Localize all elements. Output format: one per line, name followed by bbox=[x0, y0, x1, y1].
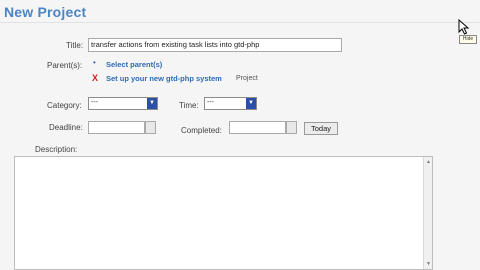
calendar-icon[interactable] bbox=[286, 121, 297, 134]
today-button[interactable]: Today bbox=[304, 122, 338, 135]
remove-x-icon[interactable]: X bbox=[92, 73, 98, 83]
new-project-page: New Project Title: transfer actions from… bbox=[0, 0, 480, 270]
deadline-input[interactable] bbox=[88, 121, 145, 134]
parents-label: Parent(s): bbox=[47, 61, 83, 70]
completed-input[interactable] bbox=[229, 121, 286, 134]
textarea-scrollbar[interactable]: ▲ ▼ bbox=[423, 157, 432, 269]
deadline-label: Deadline: bbox=[49, 123, 83, 132]
time-select[interactable]: --- ▼ bbox=[204, 97, 257, 110]
chevron-down-icon: ▼ bbox=[246, 98, 256, 109]
category-label: Category: bbox=[47, 101, 82, 110]
time-label: Time: bbox=[179, 101, 199, 110]
calendar-icon[interactable] bbox=[145, 121, 156, 134]
parent-item-link[interactable]: Set up your new gtd-php system bbox=[106, 74, 222, 83]
category-value: --- bbox=[91, 99, 98, 106]
bullet-icon: • bbox=[93, 58, 96, 67]
title-input[interactable]: transfer actions from existing task list… bbox=[88, 38, 342, 52]
description-label: Description: bbox=[35, 145, 78, 154]
title-divider bbox=[0, 22, 480, 23]
scroll-up-icon[interactable]: ▲ bbox=[426, 159, 431, 165]
select-parents-link[interactable]: Select parent(s) bbox=[106, 60, 162, 69]
title-label: Title: bbox=[66, 41, 84, 50]
category-select[interactable]: --- ▼ bbox=[88, 97, 158, 110]
completed-label: Completed: bbox=[181, 126, 222, 135]
page-title: New Project bbox=[4, 4, 87, 20]
parent-item-type: Project bbox=[236, 75, 258, 82]
mouse-pointer-icon bbox=[458, 19, 470, 35]
description-textarea[interactable]: ▲ ▼ bbox=[14, 156, 433, 270]
tooltip: Hide bbox=[459, 35, 477, 44]
scroll-down-icon[interactable]: ▼ bbox=[426, 261, 431, 267]
time-value: --- bbox=[207, 99, 214, 106]
chevron-down-icon: ▼ bbox=[147, 98, 157, 109]
